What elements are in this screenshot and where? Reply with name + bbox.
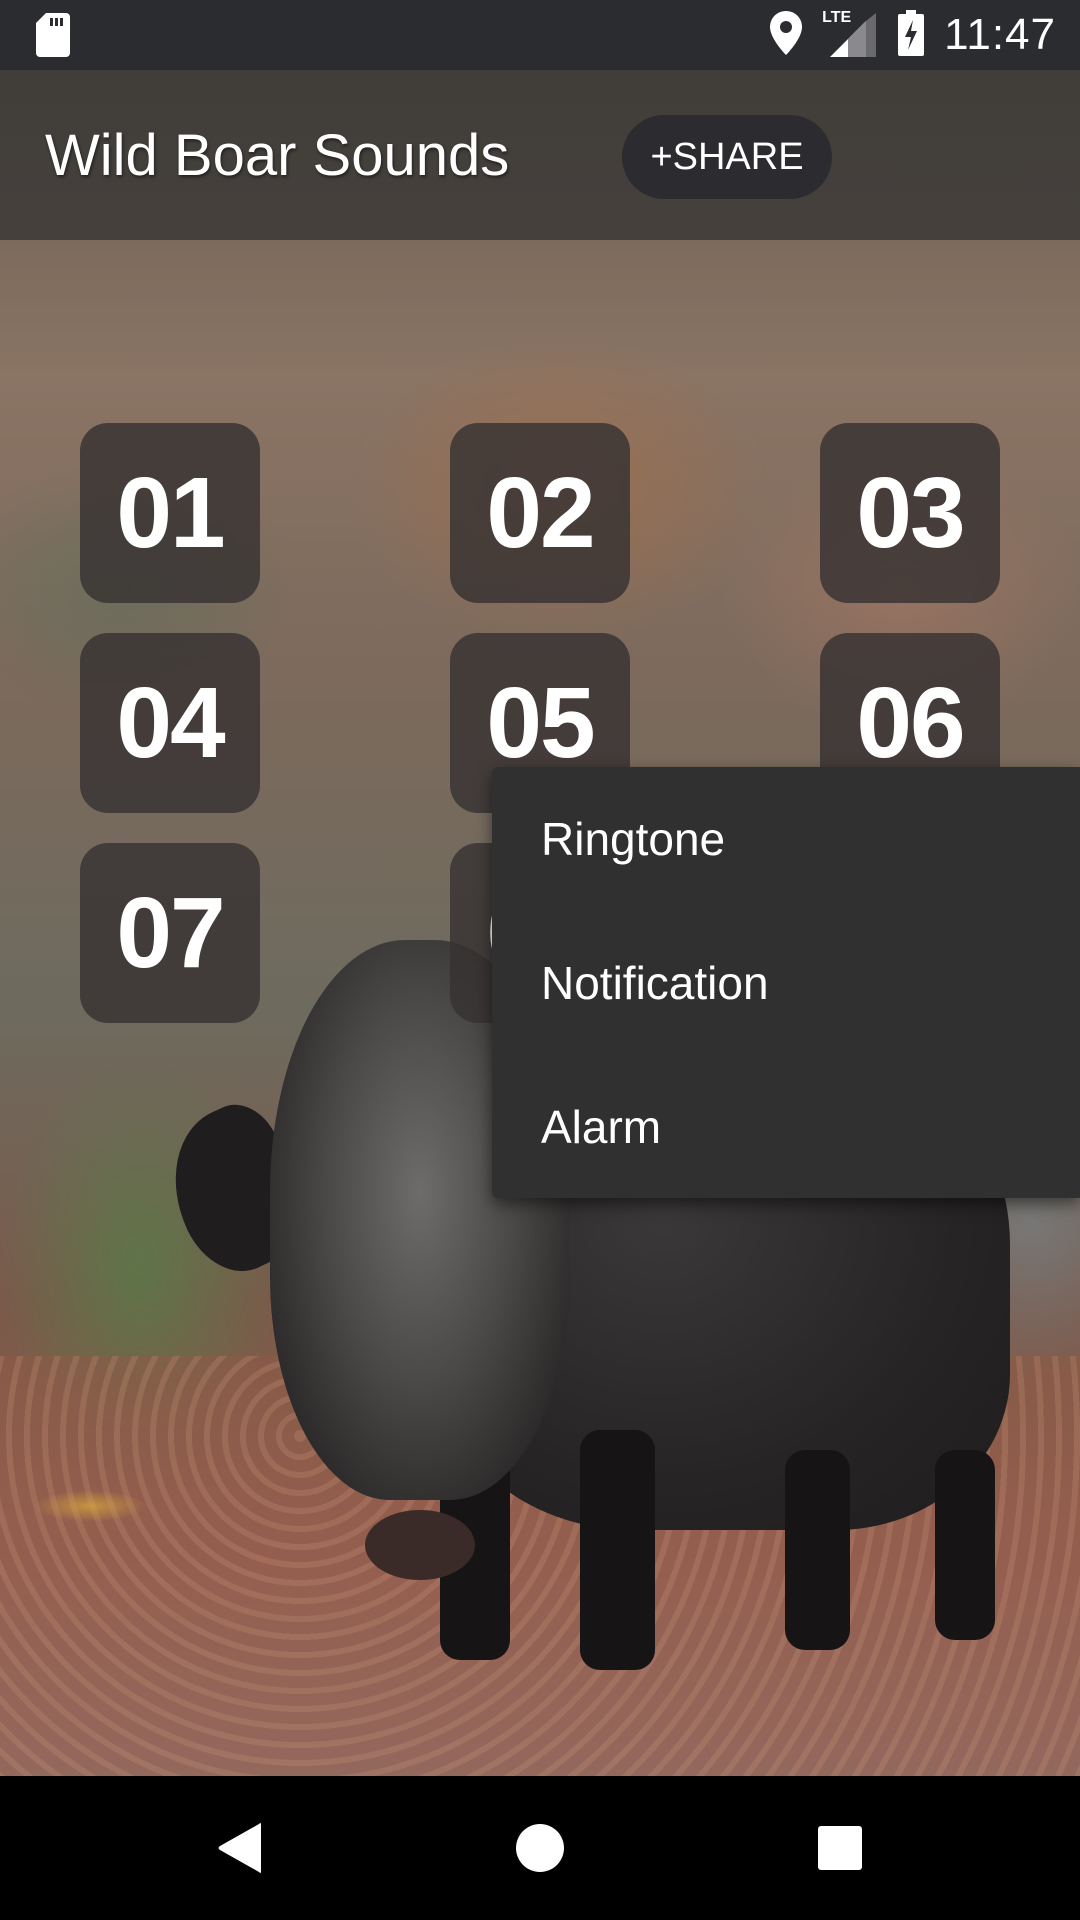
back-icon (218, 1823, 261, 1873)
lte-signal-icon: LTE (822, 9, 878, 57)
menu-item-ringtone[interactable]: Ringtone (492, 767, 1080, 911)
sd-card-icon (36, 13, 70, 57)
location-icon (770, 10, 803, 60)
sound-button-02[interactable]: 02 (450, 423, 630, 603)
network-type-label: LTE (822, 9, 852, 26)
status-bar: LTE 11:47 (0, 0, 1080, 70)
app-title: Wild Boar Sounds (45, 123, 510, 188)
sound-button-04[interactable]: 04 (80, 633, 260, 813)
sound-button-03[interactable]: 03 (820, 423, 1000, 603)
share-button[interactable]: +SHARE (622, 115, 832, 199)
set-as-popup-menu: Ringtone Notification Alarm (492, 767, 1080, 1198)
boar-leg (935, 1450, 995, 1640)
sound-button-01[interactable]: 01 (80, 423, 260, 603)
clock: 11:47 (944, 10, 1056, 59)
back-button[interactable] (210, 1818, 270, 1878)
recents-icon (818, 1826, 862, 1870)
navigation-bar (0, 1776, 1080, 1920)
sound-button-07[interactable]: 07 (80, 843, 260, 1023)
app-bar: Wild Boar Sounds +SHARE (0, 70, 1080, 240)
home-icon (516, 1824, 564, 1872)
menu-item-alarm[interactable]: Alarm (492, 1055, 1080, 1199)
boar-leg (785, 1450, 850, 1650)
boar-snout (365, 1510, 475, 1580)
home-button[interactable] (510, 1818, 570, 1878)
battery-charging-icon (898, 9, 925, 61)
menu-item-notification[interactable]: Notification (492, 911, 1080, 1055)
boar-leg (580, 1430, 655, 1670)
recents-button[interactable] (810, 1818, 870, 1878)
